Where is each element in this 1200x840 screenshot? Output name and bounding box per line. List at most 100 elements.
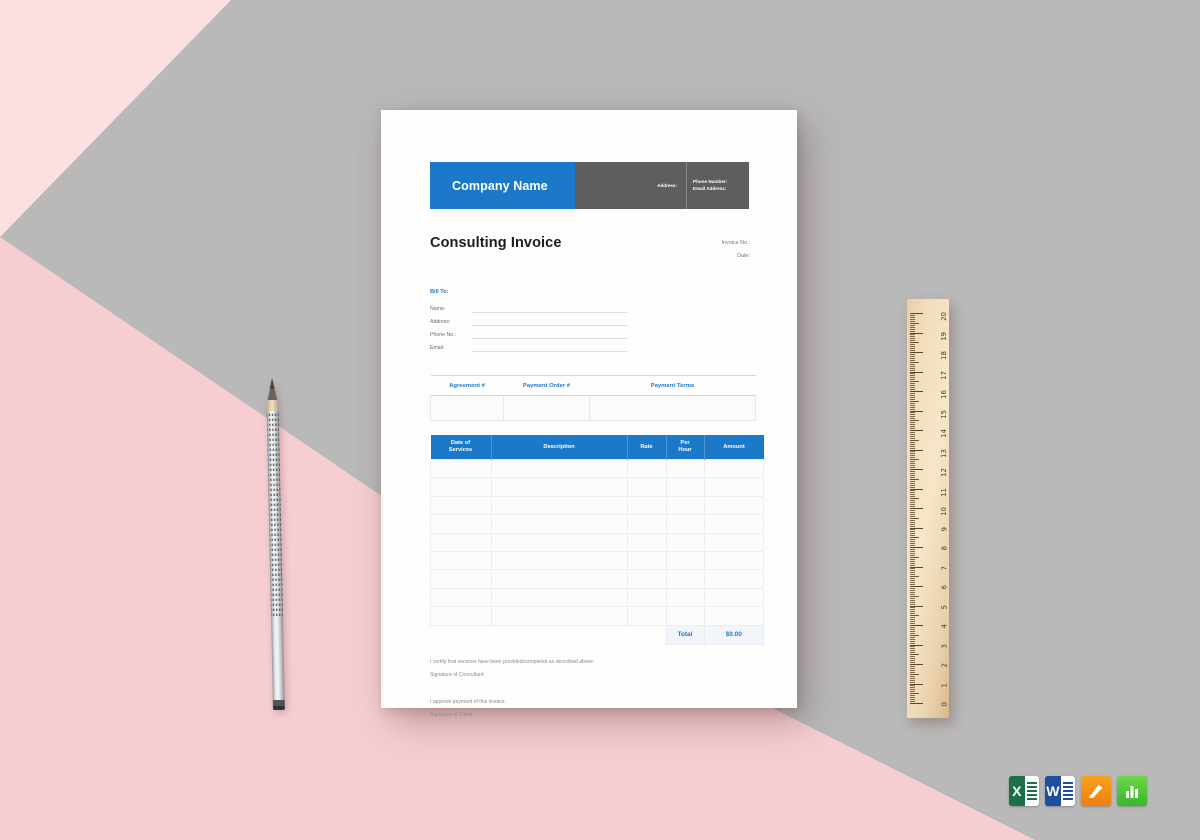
table-cell[interactable] [703,587,764,608]
ruler-tick-major [910,703,923,704]
ruler-tick-minor [910,420,919,422]
ruler-tick-minor [910,396,915,398]
ruler-number-label: 10 [940,507,948,516]
payment-order-cell[interactable] [503,395,590,421]
ruler-tick-minor [910,595,919,597]
ruler-tick-minor [910,665,915,667]
ruler-tick-minor [910,613,915,615]
table-cell[interactable] [703,514,764,534]
bill-to-email-input[interactable] [472,340,627,352]
table-cell[interactable] [703,477,764,497]
table-cell[interactable] [665,532,705,552]
ruler-tick-minor [910,506,915,508]
ruler-tick-minor [910,576,919,578]
numbers-icon[interactable] [1117,776,1147,806]
bill-to-heading: Bill To: [430,289,449,295]
table-cell[interactable] [626,477,667,497]
table-cell[interactable] [626,550,667,571]
ruler-tick-minor [910,648,915,650]
table-cell[interactable] [703,458,764,479]
ruler-tick-minor [910,539,915,541]
ruler-tick-minor [910,486,915,488]
table-cell[interactable] [430,532,492,552]
table-cell[interactable] [703,532,764,552]
payment-terms-cell[interactable] [589,395,756,421]
table-cell[interactable] [430,514,492,534]
table-cell[interactable] [703,495,764,516]
table-cell[interactable] [703,606,764,626]
ruler-tick-minor [910,667,915,669]
table-cell[interactable] [665,477,705,497]
table-cell[interactable] [430,477,492,497]
ruler-tick-major [910,332,923,334]
services-table-body [430,458,764,626]
ruler-tick-minor [910,404,915,406]
table-cell[interactable] [490,569,628,589]
ruler-tick-major [910,683,923,685]
table-cell[interactable] [490,550,628,571]
agreement-number-cell[interactable] [430,395,504,421]
ruler-tick-minor [910,445,915,447]
excel-icon[interactable]: X [1009,776,1039,806]
table-cell[interactable] [665,495,705,516]
table-cell[interactable] [430,458,492,479]
ruler-tick-minor [910,568,915,570]
table-cell[interactable] [665,458,705,479]
ruler-tick-minor [910,509,915,511]
ruler-number-label: 4 [940,624,948,629]
ruler-tick-minor [910,548,915,550]
table-cell[interactable] [490,458,628,479]
table-cell[interactable] [626,458,667,479]
table-cell[interactable] [665,569,705,589]
table-cell[interactable] [430,550,492,571]
table-cell[interactable] [626,569,667,589]
ruler-tick-minor [910,353,915,355]
table-cell[interactable] [430,587,492,608]
total-spacer-2 [491,625,627,644]
ruler-number-label: 18 [940,351,948,360]
bill-to-row-email: Email: [430,339,627,352]
table-cell[interactable] [490,477,628,497]
ruler-tick-minor [910,424,915,426]
table-cell[interactable] [703,569,764,589]
table-cell[interactable] [665,606,705,626]
table-cell[interactable] [665,587,705,608]
table-cell[interactable] [430,606,492,626]
ruler-tick-minor [910,537,919,539]
table-cell[interactable] [490,606,628,626]
ruler-tick-minor [910,482,915,484]
table-cell[interactable] [490,514,628,534]
bill-to-phone-input[interactable] [472,327,627,339]
bill-to-name-input[interactable] [472,301,627,313]
table-cell[interactable] [665,550,705,571]
table-cell[interactable] [626,532,667,552]
bill-to-row-address: Address: [430,313,627,326]
table-cell[interactable] [626,587,667,608]
ruler-tick-minor [910,433,915,435]
table-cell[interactable] [626,606,667,626]
ruler-tick-minor [910,498,919,500]
table-cell[interactable] [430,495,492,516]
ruler-tick-minor [910,628,915,630]
table-cell[interactable] [430,569,492,589]
bill-to-address-input[interactable] [472,314,627,326]
table-cell[interactable] [626,495,667,516]
table-cell[interactable] [490,495,628,516]
word-icon[interactable]: W [1045,776,1075,806]
table-cell[interactable] [665,514,705,534]
table-cell[interactable] [490,532,628,552]
ruler-number-label: 12 [940,468,948,477]
table-cell[interactable] [490,587,628,608]
ruler-tick-minor [910,338,915,340]
ruler-tick-minor [910,679,915,681]
pages-icon[interactable] [1081,776,1111,806]
ruler-tick-minor [910,383,915,385]
table-cell[interactable] [626,514,667,534]
ruler-tick-minor [910,439,919,441]
table-cell[interactable] [703,550,764,571]
rate-header: Rate [627,435,667,460]
ruler-tick-minor [910,693,919,695]
ruler-tick-minor [910,402,915,404]
ruler-number-label: 1 [940,682,948,687]
wooden-ruler-prop: 20 19 18 17 16 15 14 13 12 11 10 9 8 7 6 5 4 3 2 1 0 [907,299,949,718]
